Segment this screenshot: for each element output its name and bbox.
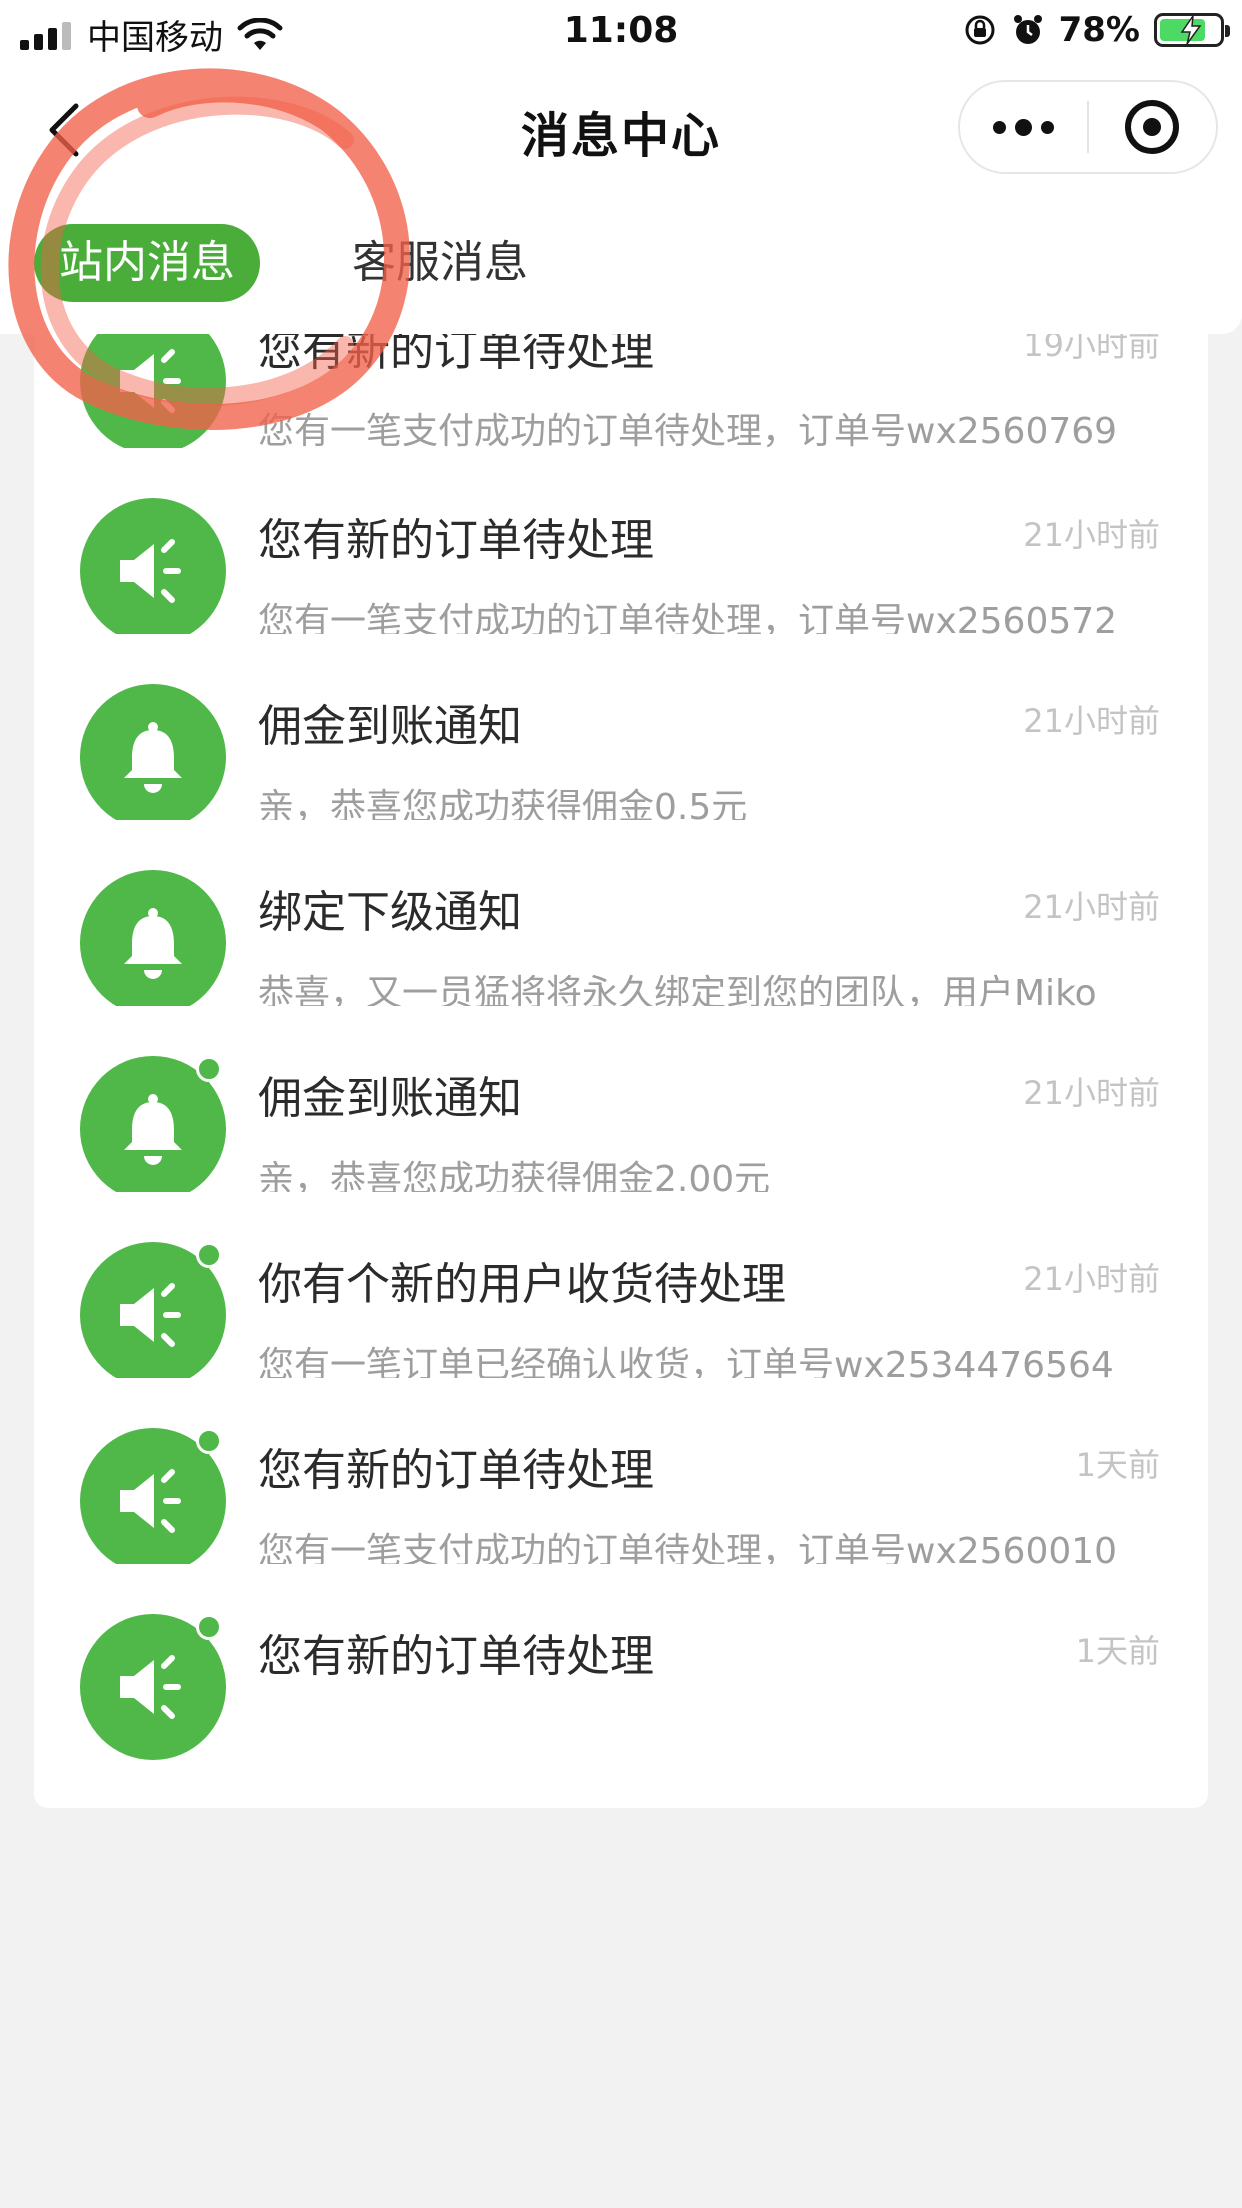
unread-dot <box>196 1428 222 1454</box>
battery-percent: 78% <box>1058 10 1140 50</box>
more-dot-icon <box>1015 118 1032 136</box>
rotation-lock-icon <box>965 15 995 45</box>
message-title: 你有个新的用户收货待处理 <box>258 1259 786 1310</box>
battery-icon <box>1154 13 1230 47</box>
more-options-button[interactable] <box>960 82 1087 172</box>
message-title: 佣金到账通知 <box>258 701 522 752</box>
alarm-icon <box>1013 15 1042 44</box>
bell-icon <box>124 722 182 793</box>
speaker-icon <box>120 1283 181 1347</box>
message-avatar <box>80 498 226 644</box>
message-body: 您有一笔支付成功的订单待处理，订单号wx2560769 <box>258 411 1118 452</box>
status-bar: 中国移动 11:08 78% <box>0 0 1242 62</box>
message-time: 21小时前 <box>1023 1074 1160 1112</box>
message-time: 1天前 <box>1075 1632 1160 1670</box>
target-icon <box>1125 100 1180 154</box>
message-title: 您有新的订单待处理 <box>258 515 654 566</box>
message-time: 21小时前 <box>1023 1260 1160 1298</box>
status-bar-right: 78% <box>963 10 1230 50</box>
charging-bolt-icon <box>1180 16 1202 44</box>
tab-bar: 站内消息 客服消息 <box>0 192 1242 334</box>
unread-dot <box>196 1614 222 1640</box>
more-dot-icon <box>1041 120 1054 134</box>
message-avatar <box>80 684 226 830</box>
mini-program-capsule <box>958 80 1218 174</box>
unread-dot <box>196 1056 222 1082</box>
close-mini-program-button[interactable] <box>1089 82 1216 172</box>
message-time: 21小时前 <box>1023 702 1160 740</box>
unread-dot <box>196 1242 222 1268</box>
tab-customer-service[interactable]: 客服消息 <box>352 224 528 302</box>
message-avatar <box>80 870 226 1016</box>
speaker-icon <box>120 1469 181 1533</box>
message-title: 绑定下级通知 <box>258 887 522 938</box>
speaker-icon <box>120 1655 181 1719</box>
message-title: 佣金到账通知 <box>258 1073 522 1124</box>
speaker-icon <box>120 539 181 603</box>
more-dot-icon <box>993 120 1006 134</box>
speaker-icon <box>120 349 181 413</box>
message-title: 您有新的订单待处理 <box>258 1631 654 1682</box>
tab-site-messages[interactable]: 站内消息 <box>34 224 260 302</box>
bell-icon <box>124 908 182 979</box>
bell-icon <box>124 1094 182 1165</box>
message-title: 您有新的订单待处理 <box>258 1445 654 1496</box>
message-time: 21小时前 <box>1023 888 1160 926</box>
nav-bar: 消息中心 <box>0 62 1242 192</box>
message-time: 21小时前 <box>1023 516 1160 554</box>
message-time: 1天前 <box>1075 1446 1160 1484</box>
message-card[interactable]: 您有新的订单待处理 1天前 <box>34 1564 1208 1808</box>
